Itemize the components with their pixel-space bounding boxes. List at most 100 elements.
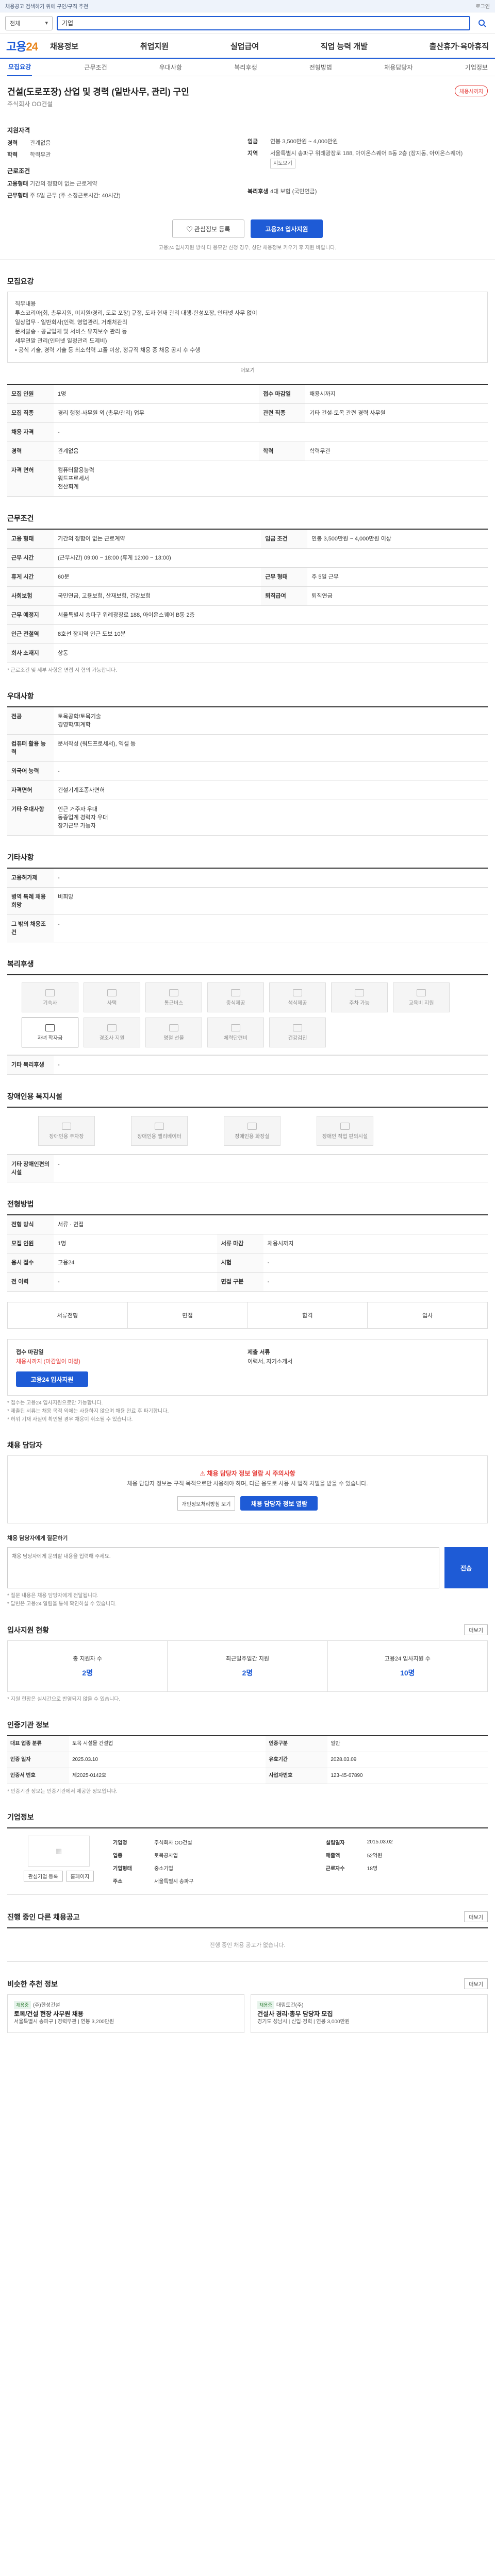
section-title-rec: 비슷한 추천 정보: [7, 1979, 58, 1988]
stat-label: 고용24 입사지원 수: [384, 1656, 431, 1662]
rec-title: 건설사 경리·총무 담당자 모집: [257, 2010, 333, 2018]
facility-chip: 기숙사: [22, 982, 78, 1012]
search-bar: 전체 ▾: [0, 12, 495, 34]
qa-textarea[interactable]: [7, 1547, 439, 1588]
more-button[interactable]: 더보기: [464, 1624, 488, 1635]
facility-chip: 자녀 학자금: [22, 1018, 78, 1047]
tab-select[interactable]: 전형방법: [309, 63, 332, 72]
label: 고용형태: [7, 181, 28, 187]
label: 제출 서류: [248, 1349, 270, 1355]
nav-item-training[interactable]: 직업 능력 개발: [321, 41, 368, 52]
rec-desc: 서울특별시 송파구 | 경력무관 | 연봉 3,200만원: [14, 2019, 114, 2025]
qa-submit-button[interactable]: 전송: [444, 1547, 488, 1588]
section-title-select: 전형방법: [7, 1200, 34, 1208]
stat-value: 10명: [400, 1669, 415, 1677]
disab-chips: 장애인용 주차장 장애인용 엘리베이터 장애인용 화장실 장애인 작업 편의시설: [7, 1108, 488, 1154]
section-title-recruit: 모집요강: [7, 277, 34, 285]
facility-label: 교육비 지원: [408, 1000, 434, 1006]
tab-work[interactable]: 근무조건: [84, 63, 107, 72]
step: 합격: [248, 1302, 368, 1328]
section-title-welfare: 복리후생: [7, 960, 34, 968]
facility-icon: [231, 989, 240, 996]
step: 서류전형: [8, 1302, 128, 1328]
more-button[interactable]: 더보기: [464, 1978, 488, 1989]
scrap-button[interactable]: ♡ 관심정보 등록: [172, 219, 244, 238]
label: 학력: [7, 152, 18, 158]
facility-icon: [293, 1024, 302, 1031]
section-tabs: 모집요강 근무조건 우대사항 복리후생 전형방법 채용담당자 기업정보: [0, 59, 495, 76]
step: 면접: [128, 1302, 248, 1328]
tab-welfare[interactable]: 복리후생: [234, 63, 257, 72]
search-category-select[interactable]: 전체 ▾: [5, 15, 53, 30]
value: 채용시까지 (마감일이 미정): [16, 1359, 80, 1365]
chevron-down-icon: ▾: [45, 20, 48, 26]
favorite-company-button[interactable]: 관심기업 등록: [23, 1871, 63, 1882]
section-title-info: 인증기관 정보: [7, 1721, 50, 1729]
pref-table: 전공 토목공학/토목기술 경영학/회계학 컴퓨터 활용 능력 문서작성 (워드프로세…: [7, 706, 488, 836]
nav-item-leave[interactable]: 출산휴가·육아휴직: [430, 41, 489, 52]
company-box: ▦ 관심기업 등록 홈페이지 기업명 주식회사 OO건설 설립일자 2015.03.0…: [7, 1827, 488, 1895]
qa-note: * 답변은 고용24 알림을 통해 확인하실 수 있습니다.: [7, 1601, 117, 1607]
facility-icon: [45, 989, 55, 996]
qa-note: * 질문 내용은 채용 담당자에게 전달됩니다.: [7, 1593, 98, 1599]
login-link[interactable]: 로그인: [475, 2, 490, 10]
facility-chip: 통근버스: [145, 982, 202, 1012]
facility-label: 중식제공: [226, 1000, 245, 1006]
apply-button[interactable]: 고용24 입사지원: [251, 219, 323, 238]
rec-card[interactable]: 채용중 (주)한성건설 토목/건설 현장 사무원 채용 서울특별시 송파구 | 경…: [7, 1994, 244, 2033]
section-title-work: 근무조건: [7, 514, 34, 522]
stat-value: 2명: [82, 1669, 93, 1677]
stats-box: 총 지원자 수 2명 최근일주일간 지원 2명 고용24 입사지원 수 10명: [7, 1640, 488, 1692]
group-title-req: 지원자격: [7, 127, 30, 134]
recruit-table: 모집 인원 1명 접수 마감일 채용시까지 모집 직종 경리 행정·사무원 외 (총무/…: [7, 384, 488, 497]
step: 입사: [422, 1313, 433, 1319]
nav-item-jobs[interactable]: 채용정보: [50, 41, 78, 52]
label: 경력: [7, 140, 18, 146]
search-input[interactable]: [57, 15, 470, 30]
facility-chip: 주차 가능: [331, 982, 388, 1012]
facility-chip: 체력단련비: [207, 1018, 264, 1047]
status-badge: 채용중: [257, 2001, 274, 2009]
section-title-pref: 우대사항: [7, 692, 34, 700]
map-button[interactable]: 지도보기: [270, 159, 295, 168]
search-icon[interactable]: [474, 16, 490, 30]
select-note: * 허위 기재 사실이 확인될 경우 채용이 취소될 수 있습니다.: [7, 1417, 133, 1422]
company-logo-icon: ▦: [28, 1836, 90, 1867]
stat-value: 2명: [242, 1669, 253, 1677]
facility-label: 명절 선물: [163, 1035, 184, 1041]
section-title-history: 진행 중인 다른 채용공고: [7, 1912, 80, 1921]
rec-card[interactable]: 채용중 대림토건(주) 건설사 경리·총무 담당자 모집 경기도 성남시 | 신입…: [251, 1994, 488, 2033]
info-table: 대표 업종 분류 토목 시설물 건설업 인증구분 일반 인증 일자 2025.03.10…: [7, 1735, 488, 1784]
facility-label: 경조사 지원: [99, 1035, 125, 1041]
tab-recruit[interactable]: 모집요강: [7, 58, 32, 76]
apply-button-2[interactable]: 고용24 입사지원: [16, 1371, 88, 1387]
company-name[interactable]: 주식회사 OO건설: [7, 99, 488, 108]
job-summary: 건설(도로포장) 산업 및 경력 (일반사무, 관리) 구인 채용시까지 주식회…: [0, 84, 495, 251]
facility-label: 자녀 학자금: [37, 1035, 63, 1041]
facility-icon: [107, 989, 117, 996]
rec-company: (주)한성건설: [32, 2003, 60, 2008]
section-title-company: 기업정보: [7, 1813, 34, 1821]
deadline-badge: 채용시까지: [455, 86, 488, 96]
qa-label: 채용 담당자에게 질문하기: [7, 1535, 68, 1541]
tab-pref[interactable]: 우대사항: [159, 63, 182, 72]
tab-company[interactable]: 기업정보: [465, 63, 488, 72]
facility-chip: 건강검진: [269, 1018, 326, 1047]
facility-label: 장애인 작업 편의시설: [322, 1133, 368, 1140]
view-contact-button[interactable]: 채용 담당자 정보 열람: [240, 1496, 318, 1511]
more-button[interactable]: 더보기: [464, 1911, 488, 1922]
tab-contact[interactable]: 채용담당자: [384, 63, 412, 72]
facility-icon: [45, 1024, 55, 1031]
nav-item-benefit[interactable]: 실업급여: [230, 41, 259, 52]
nav-item-support[interactable]: 취업지원: [140, 41, 169, 52]
logo[interactable]: 고용24: [6, 38, 38, 54]
history-empty: 진행 중인 채용 공고가 없습니다.: [209, 1942, 286, 1948]
facility-label: 건강검진: [288, 1035, 307, 1041]
more-button[interactable]: 더보기: [0, 366, 495, 374]
facility-chip: 사택: [84, 982, 140, 1012]
value: 이력서, 자기소개서: [248, 1359, 293, 1365]
select-note: * 접수는 고용24 입사지원으로만 가능합니다.: [7, 1400, 103, 1406]
privacy-policy-button[interactable]: 개인정보처리방침 보기: [177, 1496, 236, 1511]
homepage-button[interactable]: 홈페이지: [65, 1871, 94, 1882]
facility-chip: 장애인용 엘리베이터: [131, 1116, 188, 1146]
